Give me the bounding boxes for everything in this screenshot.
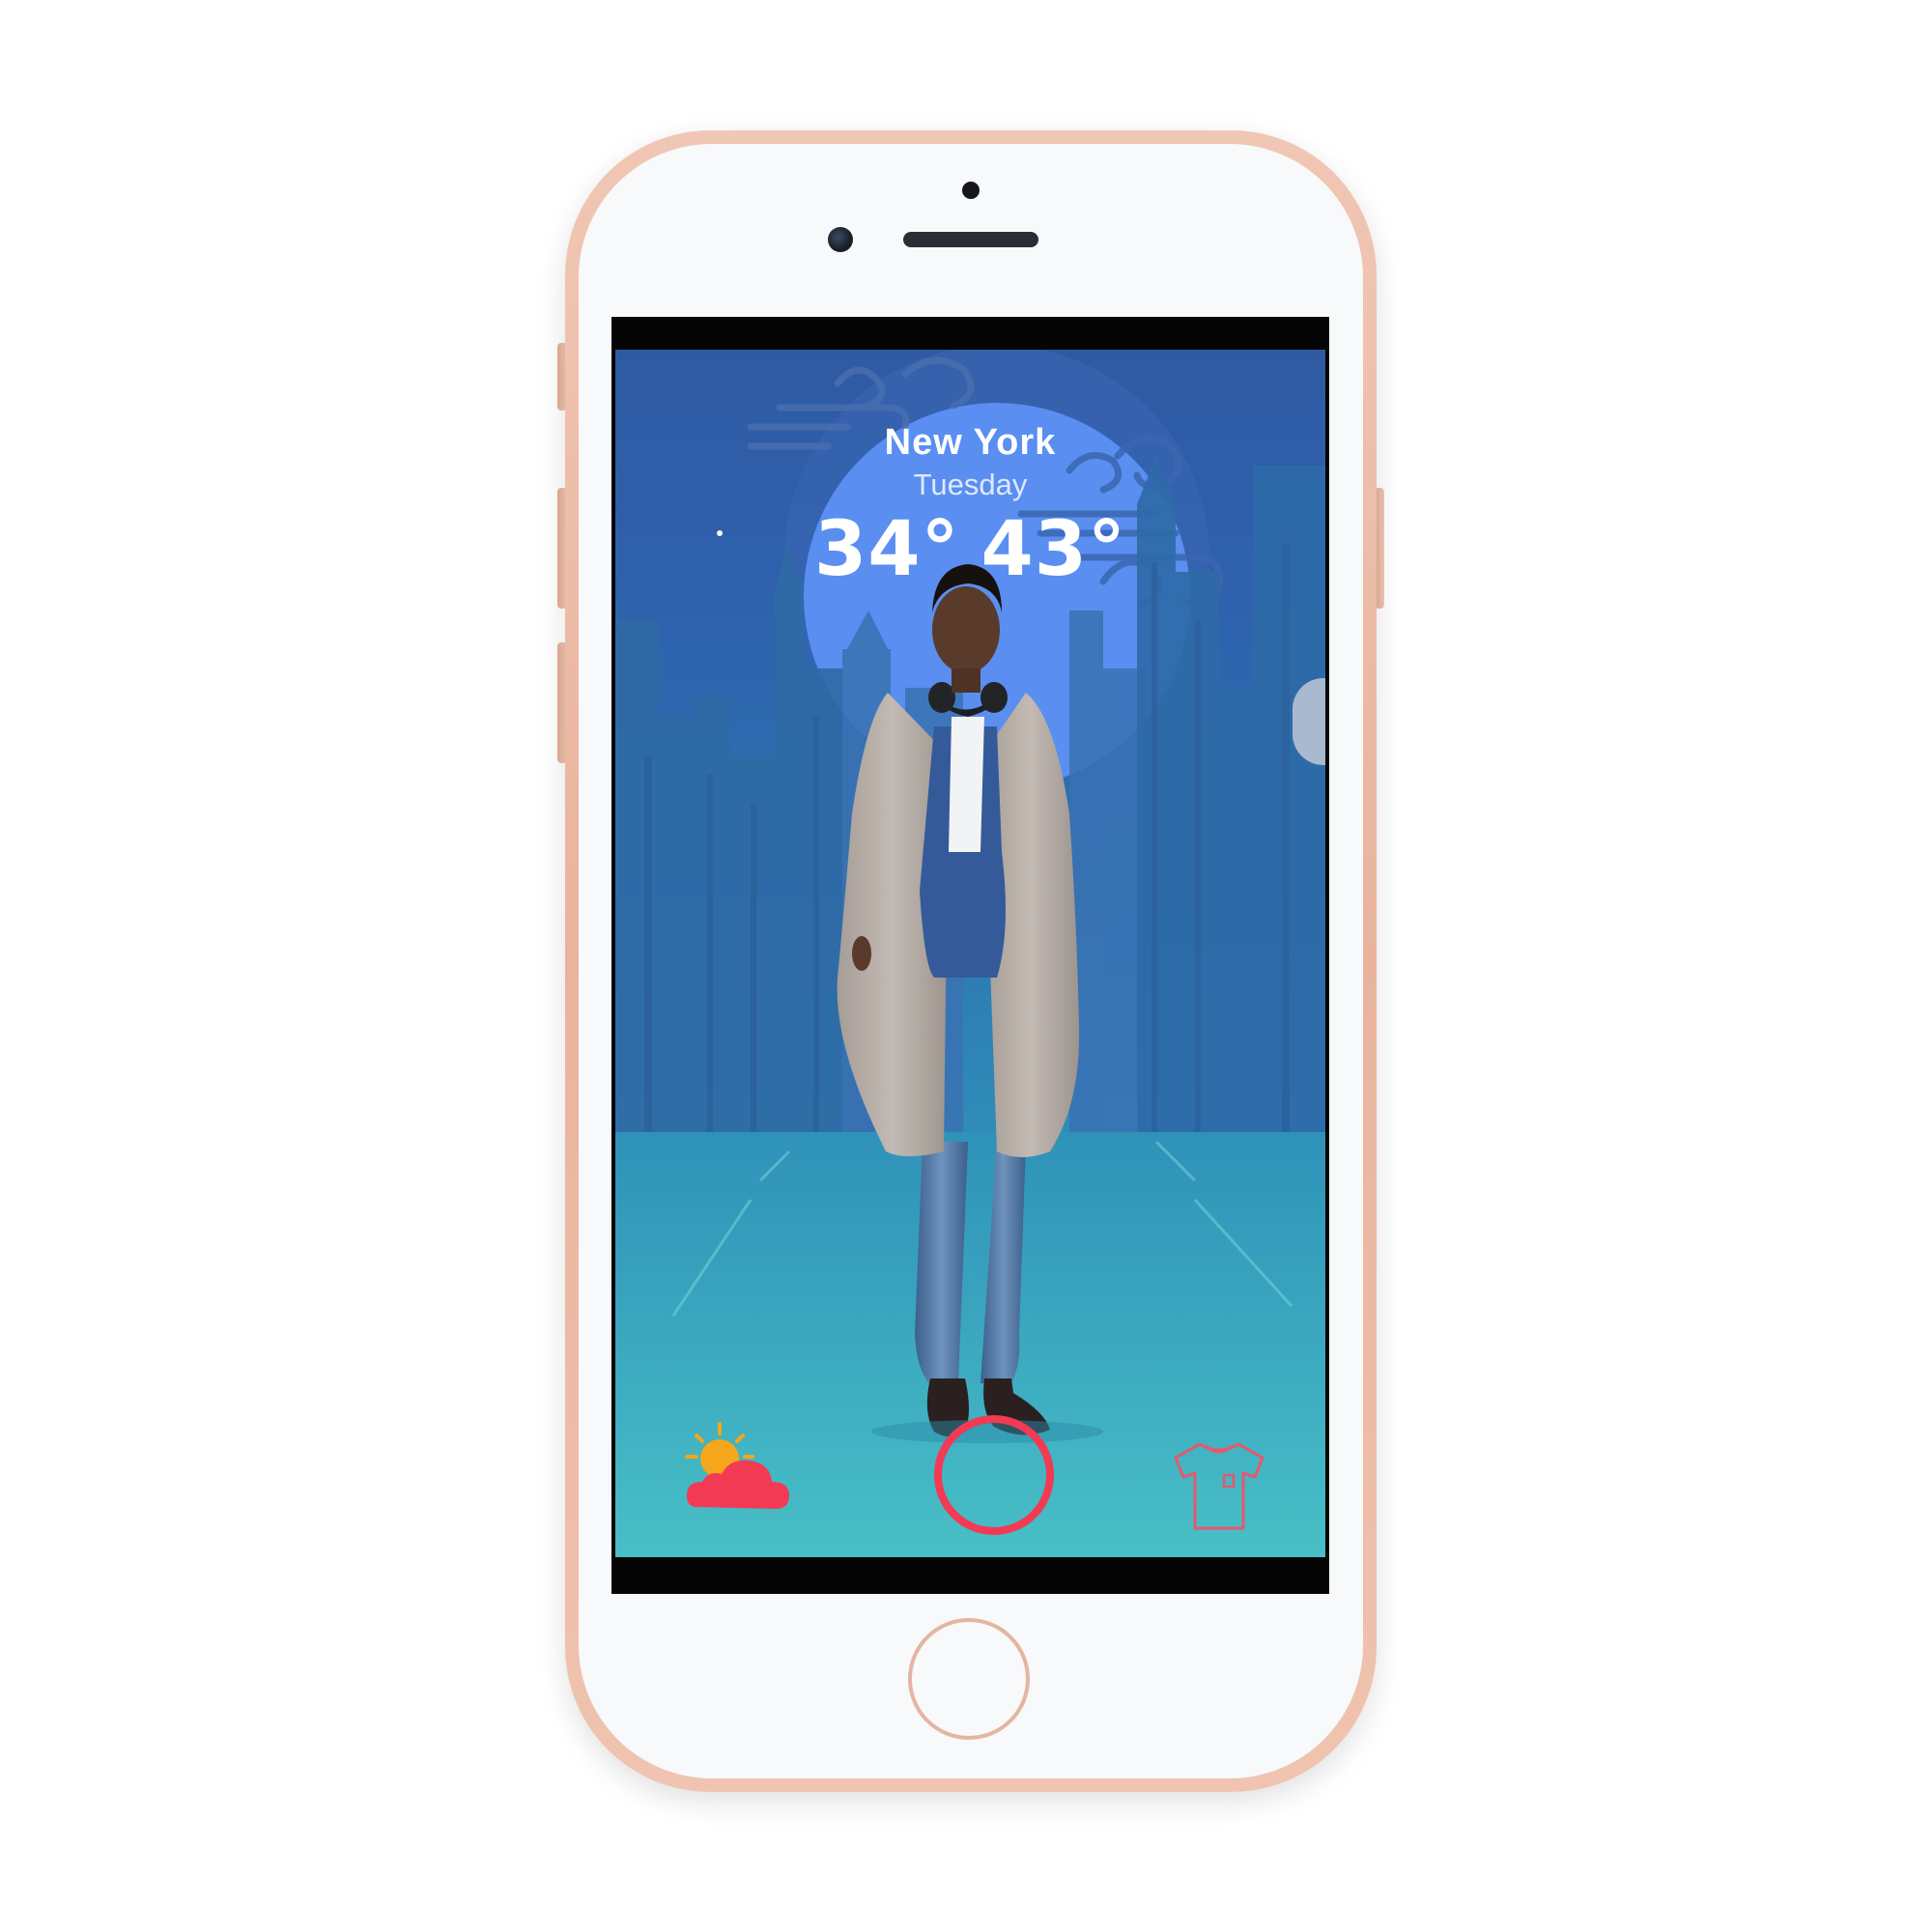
circle-record-icon xyxy=(934,1415,1054,1535)
city-name: New York xyxy=(884,422,1057,463)
app-screen: New York Tuesday 34° 43° xyxy=(615,350,1325,1557)
wardrobe-nav-button[interactable] xyxy=(1166,1436,1272,1533)
front-camera xyxy=(828,227,853,252)
earpiece-speaker xyxy=(903,232,1038,247)
proximity-sensor xyxy=(962,182,980,199)
device-mockup: New York Tuesday 34° 43° xyxy=(0,0,1932,1932)
temperature-range: 34° 43° xyxy=(615,506,1325,593)
temperature-low: 34° xyxy=(813,506,960,593)
weather-nav-button[interactable] xyxy=(683,1422,809,1519)
drawer-pull-tab[interactable] xyxy=(1293,678,1325,765)
temperature-high: 43° xyxy=(980,506,1127,593)
sun-cloud-icon xyxy=(685,1422,789,1509)
home-button[interactable] xyxy=(908,1618,1030,1740)
tshirt-icon xyxy=(1174,1442,1264,1530)
weekday-label: Tuesday xyxy=(913,468,1028,501)
capture-nav-button[interactable] xyxy=(931,1412,1057,1538)
